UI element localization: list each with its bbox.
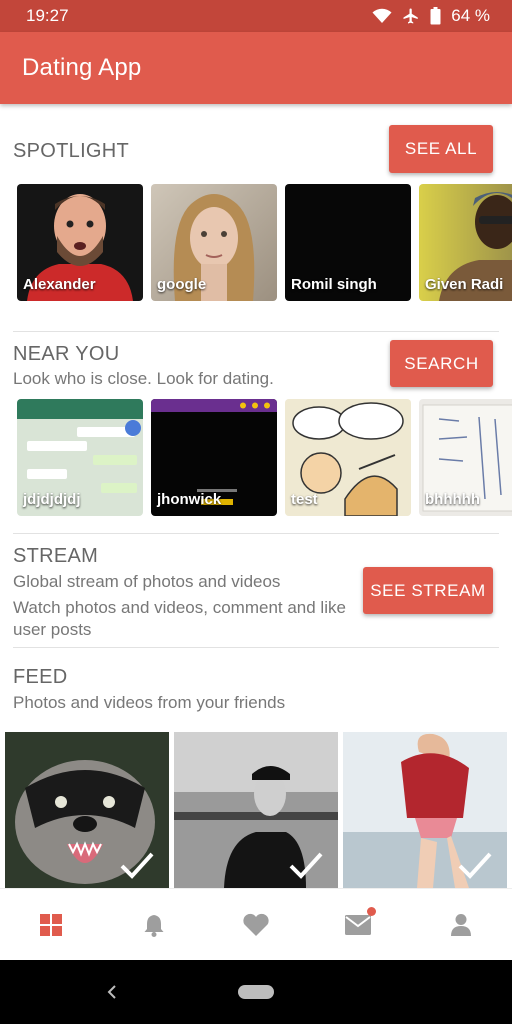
nav-profile[interactable]	[431, 895, 491, 955]
check-icon	[458, 852, 492, 879]
nav-home[interactable]	[21, 895, 81, 955]
person-icon	[450, 913, 471, 936]
back-icon[interactable]	[106, 984, 118, 1000]
profile-name: Romil singh	[291, 276, 377, 293]
feed-subtitle: Photos and videos from your friends	[13, 693, 286, 712]
near-you-list: jdjdjdjdj jhonwick test bhhhhh	[17, 399, 512, 516]
spotlight-card[interactable]: Given Radi	[419, 184, 512, 301]
near-you-title: NEAR YOU	[13, 343, 120, 365]
stream-title: STREAM	[13, 545, 99, 567]
status-time: 19:27	[26, 6, 69, 25]
app-title: Dating App	[22, 54, 142, 81]
wifi-icon	[372, 8, 392, 24]
near-you-card[interactable]: bhhhhh	[419, 399, 512, 516]
bell-icon	[144, 914, 164, 937]
stream-description-2: Watch photos and videos, comment and lik…	[13, 598, 346, 639]
profile-name: jdjdjdjdj	[23, 491, 81, 508]
profile-name: test	[291, 491, 318, 508]
spotlight-card[interactable]: google	[151, 184, 277, 301]
heart-icon	[243, 913, 269, 936]
mail-icon	[345, 914, 372, 935]
stream-description: Global stream of photos and videos	[13, 572, 281, 591]
airplane-icon	[402, 7, 420, 25]
feed-item[interactable]	[343, 732, 507, 888]
profile-name: bhhhhh	[425, 491, 480, 508]
feed-item[interactable]	[5, 732, 169, 888]
profile-name: Given Radi	[425, 276, 504, 293]
profile-name: Alexander	[23, 276, 96, 293]
see-all-button[interactable]: SEE ALL	[389, 125, 493, 173]
spotlight-list: Alexander google Romil singh Given Radi	[17, 184, 512, 301]
near-you-card[interactable]: test	[285, 399, 411, 516]
nav-notifications[interactable]	[124, 895, 184, 955]
app-bar: Dating App	[0, 32, 512, 104]
check-icon	[120, 852, 154, 879]
status-bar: 19:27 64 %	[0, 0, 512, 32]
spotlight-title: SPOTLIGHT	[13, 140, 130, 162]
bottom-navigation	[0, 888, 512, 960]
battery-level: 64 %	[451, 6, 490, 25]
near-you-subtitle: Look who is close. Look for dating.	[13, 369, 274, 388]
search-button[interactable]: SEARCH	[390, 340, 493, 387]
divider	[13, 533, 499, 534]
unread-badge	[367, 906, 377, 916]
nav-likes[interactable]	[226, 895, 286, 955]
grid-icon	[40, 913, 63, 936]
spotlight-card[interactable]: Romil singh	[285, 184, 411, 301]
spotlight-card[interactable]: Alexander	[17, 184, 143, 301]
profile-name: google	[157, 276, 207, 293]
nav-messages[interactable]	[328, 895, 388, 955]
battery-icon	[430, 7, 441, 25]
main-content: SPOTLIGHT SEE ALL Alexander google Romil…	[0, 104, 512, 888]
feed-item[interactable]	[174, 732, 338, 888]
check-icon	[289, 852, 323, 879]
home-pill[interactable]	[238, 985, 274, 999]
divider	[13, 331, 499, 332]
see-stream-button[interactable]: SEE STREAM	[363, 567, 493, 614]
near-you-card[interactable]: jdjdjdjdj	[17, 399, 143, 516]
feed-title: FEED	[13, 666, 68, 688]
near-you-card[interactable]: jhonwick	[151, 399, 277, 516]
profile-name: jhonwick	[157, 491, 222, 508]
feed-list	[5, 732, 507, 888]
system-navigation-bar	[0, 960, 512, 1024]
divider	[13, 647, 499, 648]
